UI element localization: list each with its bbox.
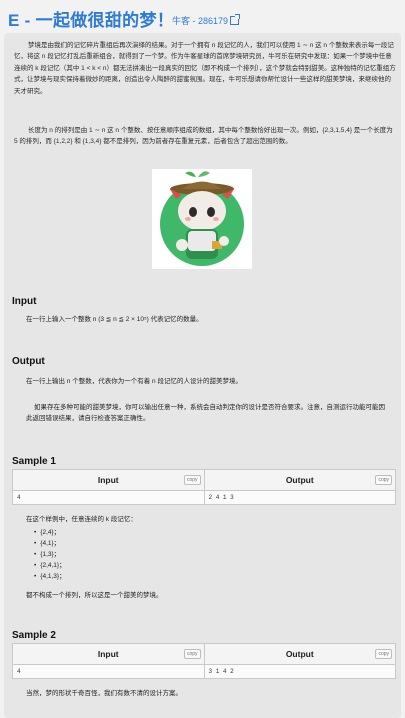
- copy-button[interactable]: copy: [183, 475, 201, 485]
- mascot-image: [152, 169, 252, 269]
- sample-1-list: {2,4}； {4,1}； {1,3}； {2,4,1}； {4,1,3}；: [34, 527, 66, 582]
- sample-1-note-end: 都不构成一个排列，所以这是一个甜美的梦境。: [26, 592, 163, 599]
- statement-paragraph-1: 梦境是由我们的记忆碎片重组后再次演绎的结果。对于一个拥有 n 段记忆的人，我们可…: [14, 42, 396, 95]
- external-link-icon: [230, 14, 241, 25]
- problem-header: E - 一起做很甜的梦！ 牛客 - 286179: [0, 0, 405, 34]
- statement-paragraph-2: 长度为 n 的排列是由 1 ∼ n 这 n 个整数、按任意顺序组成的数组，其中每…: [14, 127, 393, 146]
- source-link-label: 牛客 - 286179: [172, 16, 229, 26]
- output-heading: Output: [12, 356, 45, 367]
- sample-1-output-header: Output copy: [203, 470, 396, 490]
- problem-title: E - 一起做很甜的梦！: [8, 11, 175, 30]
- source-link[interactable]: 牛客 - 286179: [172, 14, 241, 27]
- sample-1-input-header: Input copy: [13, 470, 204, 490]
- list-item: {2,4,1}；: [34, 560, 65, 571]
- sample-1-heading: Sample 1: [12, 456, 56, 467]
- sample-2-output-header: Output copy: [203, 644, 396, 664]
- output-note: 如果存在多种可能的甜美梦境，你可以输出任意一种，系统会自动判定你的设计是否符合要…: [26, 404, 385, 422]
- list-item: {1,3}；: [34, 549, 66, 560]
- list-item: {4,1,3}；: [34, 571, 65, 582]
- sample-1-input-value: 4: [17, 494, 21, 501]
- sample-1-output-label: Output: [285, 475, 314, 485]
- sample-2-heading: Sample 2: [12, 630, 56, 641]
- sample-1-output-value: 2 4 1 3: [203, 491, 396, 504]
- sample-1-table: Input copy Output copy 4 2 4 1 3: [12, 469, 396, 505]
- copy-button[interactable]: copy: [375, 475, 392, 485]
- sample-2-input-label: Input: [97, 649, 119, 659]
- sample-1-note-intro: 在这个样例中，任意连续的 k 段记忆：: [26, 516, 137, 523]
- copy-button[interactable]: copy: [183, 649, 201, 659]
- sample-2-note: 当然，梦的形状千奇百怪，我们有数不清的设计方案。: [26, 690, 182, 697]
- sample-2-output-value: 3 1 4 2: [203, 665, 396, 678]
- sample-2-input-header: Input copy: [13, 644, 204, 664]
- sample-2-table: Input copy Output copy 4 3 1 4 2: [12, 643, 396, 679]
- list-item: {4,1}；: [34, 538, 66, 549]
- input-heading: Input: [12, 296, 37, 307]
- list-item: {2,4}；: [34, 527, 66, 538]
- output-description: 在一行上输出 n 个整数，代表你为一个有着 n 段记忆的人设计的甜美梦境。: [26, 378, 242, 385]
- sample-2-output-label: Output: [285, 649, 314, 659]
- sample-1-input-label: Input: [97, 475, 119, 485]
- copy-button[interactable]: copy: [375, 649, 392, 659]
- input-description: 在一行上输入一个整数 n (3 ≦ n ≦ 2 × 10⁵) 代表记忆的数量。: [26, 316, 203, 323]
- problem-card: 梦境是由我们的记忆碎片重组后再次演绎的结果。对于一个拥有 n 段记忆的人，我们可…: [4, 33, 401, 718]
- sample-2-input-value: 4: [17, 668, 21, 675]
